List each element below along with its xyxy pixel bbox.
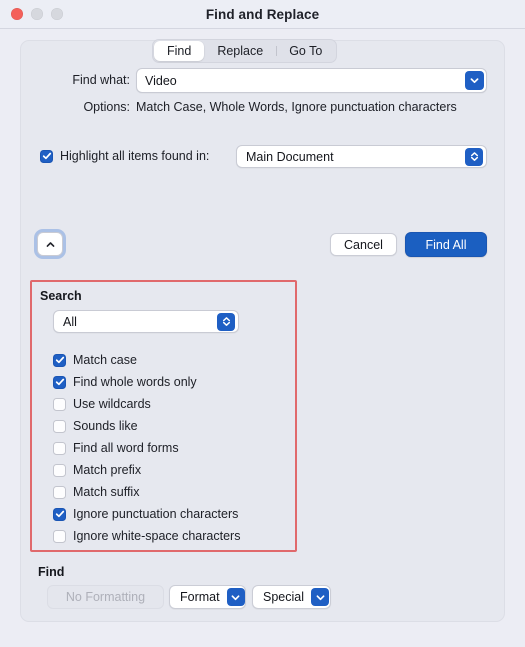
checkbox-unchecked-icon — [53, 463, 66, 477]
options-value: Match Case, Whole Words, Ignore punctuat… — [136, 100, 457, 114]
chevron-down-icon[interactable] — [465, 71, 484, 90]
window-titlebar: Find and Replace — [0, 0, 525, 29]
find-section-title: Find — [38, 565, 65, 579]
highlight-all-label: Highlight all items found in: — [60, 149, 210, 163]
collapse-options-button[interactable] — [37, 232, 63, 256]
checkbox-checked-icon — [53, 375, 66, 389]
find-what-value: Video — [145, 73, 177, 88]
checkbox-ignore-punctuation-characters[interactable]: Ignore punctuation characters — [53, 507, 238, 521]
format-menu-button[interactable]: Format — [169, 585, 246, 609]
chevron-down-icon[interactable] — [226, 588, 245, 606]
checkbox-use-wildcards[interactable]: Use wildcards — [53, 397, 151, 411]
checkbox-label: Sounds like — [73, 419, 138, 433]
checkbox-unchecked-icon — [53, 441, 66, 455]
options-label: Options: — [83, 100, 130, 114]
checkbox-label: Find all word forms — [73, 441, 179, 455]
search-section-title: Search — [40, 289, 82, 303]
format-menu-label: Format — [180, 590, 220, 604]
checkbox-checked-icon — [40, 149, 53, 163]
checkbox-checked-icon — [53, 507, 66, 521]
chevron-up-down-icon[interactable] — [217, 312, 235, 331]
checkbox-match-prefix[interactable]: Match prefix — [53, 463, 141, 477]
checkbox-unchecked-icon — [53, 485, 66, 499]
search-scope-popup[interactable]: All — [53, 310, 239, 333]
find-all-button[interactable]: Find All — [405, 232, 487, 257]
find-what-combobox[interactable]: Video — [136, 68, 487, 93]
checkbox-ignore-white-space-characters[interactable]: Ignore white-space characters — [53, 529, 240, 543]
checkbox-unchecked-icon — [53, 529, 66, 543]
checkbox-find-all-word-forms[interactable]: Find all word forms — [53, 441, 179, 455]
cancel-button[interactable]: Cancel — [330, 233, 397, 256]
checkbox-match-case[interactable]: Match case — [53, 353, 137, 367]
checkbox-match-suffix[interactable]: Match suffix — [53, 485, 139, 499]
special-menu-label: Special — [263, 590, 304, 604]
checkbox-checked-icon — [53, 353, 66, 367]
find-what-label: Find what: — [72, 73, 130, 87]
chevron-down-icon[interactable] — [311, 588, 329, 606]
chevron-up-down-icon[interactable] — [465, 147, 483, 166]
checkbox-label: Ignore white-space characters — [73, 529, 241, 543]
checkbox-find-whole-words-only[interactable]: Find whole words only — [53, 375, 197, 389]
checkbox-label: Find whole words only — [73, 375, 197, 389]
tab-go-to[interactable]: Go To — [276, 41, 335, 61]
no-formatting-button[interactable]: No Formatting — [47, 585, 164, 609]
tab-replace[interactable]: Replace — [204, 41, 276, 61]
special-menu-button[interactable]: Special — [252, 585, 331, 609]
highlight-all-checkbox[interactable]: Highlight all items found in: — [40, 149, 209, 163]
checkbox-label: Ignore punctuation characters — [73, 507, 239, 521]
checkbox-label: Match suffix — [73, 485, 140, 499]
checkbox-unchecked-icon — [53, 419, 66, 433]
checkbox-label: Match prefix — [73, 463, 142, 477]
checkbox-label: Match case — [73, 353, 137, 367]
search-scope-value: All — [63, 314, 77, 329]
tab-bar: Find Replace Go To — [152, 39, 338, 63]
checkbox-unchecked-icon — [53, 397, 66, 411]
highlight-scope-value: Main Document — [246, 149, 334, 164]
checkbox-sounds-like[interactable]: Sounds like — [53, 419, 138, 433]
tab-find[interactable]: Find — [154, 41, 205, 61]
chevron-up-icon — [46, 241, 54, 247]
checkbox-label: Use wildcards — [73, 397, 151, 411]
window-title: Find and Replace — [205, 7, 320, 22]
highlight-scope-popup[interactable]: Main Document — [236, 145, 487, 168]
